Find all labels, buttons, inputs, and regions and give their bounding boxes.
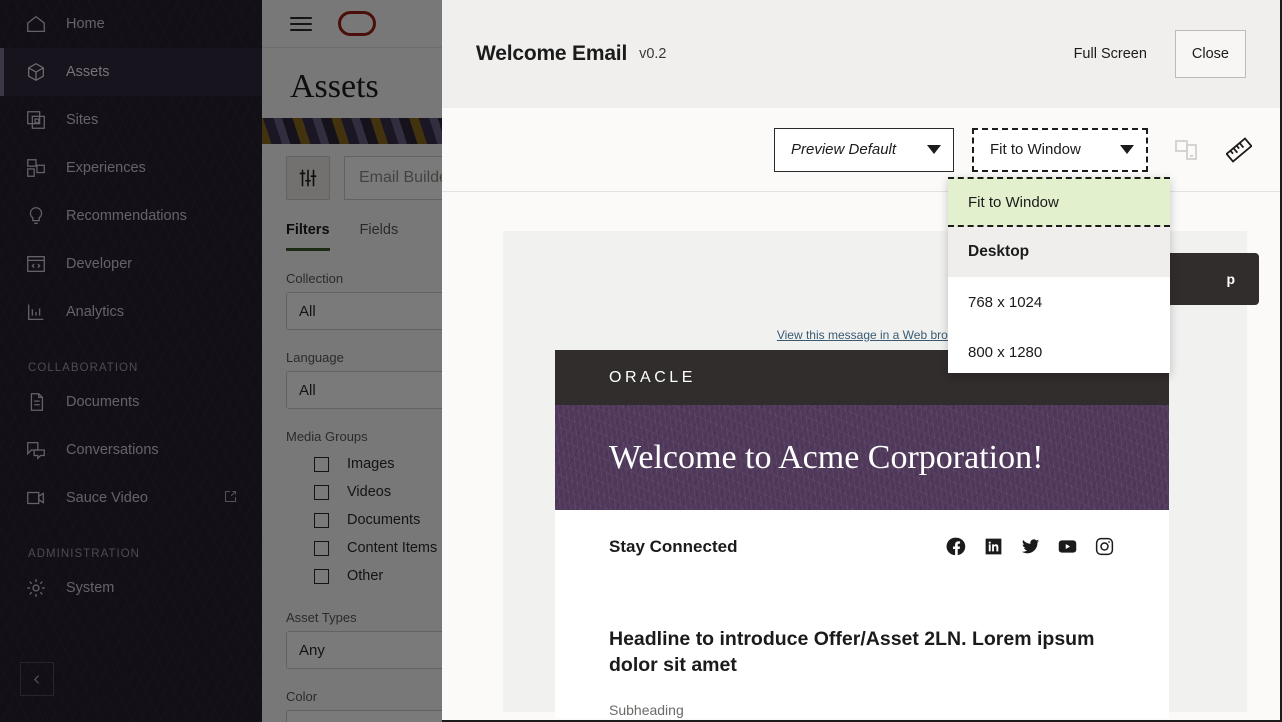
sidebar-item-documents[interactable]: Documents (0, 378, 262, 426)
screen-root: Home Assets Sites Experiences (0, 0, 1282, 722)
responsive-device-icon[interactable] (1174, 138, 1200, 162)
twitter-icon[interactable] (1020, 536, 1041, 557)
hero-heading: Welcome to Acme Corporation! (609, 439, 1043, 477)
lightbulb-icon (22, 202, 50, 230)
preview-toolbar: Preview Default Fit to Window Fit to Win… (442, 108, 1280, 192)
stay-connected-title: Stay Connected (609, 537, 737, 557)
sidebar-group-administration: ADMINISTRATION (0, 548, 262, 560)
tab-fields[interactable]: Fields (360, 222, 399, 251)
email-subheading: Subheading (555, 678, 1169, 718)
email-hero: Welcome to Acme Corporation! (555, 405, 1169, 510)
home-icon (22, 10, 50, 38)
viewport-size-select[interactable]: Fit to Window (972, 128, 1148, 172)
stay-connected-section: Stay Connected (555, 510, 1169, 565)
bar-chart-icon (22, 298, 50, 326)
sidebar-item-sauce-video[interactable]: Sauce Video (0, 474, 262, 522)
sidebar-item-conversations[interactable]: Conversations (0, 426, 262, 474)
stay-connected-row: Stay Connected (609, 536, 1115, 565)
sidebar-item-label: Documents (66, 394, 139, 410)
primary-sidebar: Home Assets Sites Experiences (0, 0, 262, 722)
sidebar-item-label: Assets (66, 64, 110, 80)
preview-modal: Welcome Email v0.2 Full Screen Close Pre… (442, 0, 1282, 722)
code-window-icon (22, 250, 50, 278)
chevron-down-icon (927, 145, 941, 154)
gear-icon (22, 574, 50, 602)
tab-filters[interactable]: Filters (286, 222, 330, 251)
sidebar-group-collaboration: COLLABORATION (0, 362, 262, 374)
email-canvas: ORACLE Welcome to Acme Corporation! Stay… (555, 350, 1169, 718)
modal-title: Welcome Email (476, 42, 627, 66)
dropdown-option-fit-to-window[interactable]: Fit to Window (948, 177, 1170, 227)
checkbox-label: Documents (347, 512, 420, 528)
dropdown-group-desktop: Desktop (948, 227, 1170, 277)
checkbox-label: Videos (347, 484, 391, 500)
sidebar-item-sites[interactable]: Sites (0, 96, 262, 144)
checkbox-box[interactable] (314, 457, 329, 472)
experiences-icon (22, 154, 50, 182)
dropdown-option-768x1024[interactable]: 768 x 1024 (948, 277, 1170, 327)
checkbox-box[interactable] (314, 485, 329, 500)
close-button[interactable]: Close (1175, 30, 1246, 78)
dropdown-option-800x1280[interactable]: 800 x 1280 (948, 327, 1170, 373)
oracle-logo-icon (338, 11, 376, 36)
modal-version: v0.2 (639, 46, 666, 62)
youtube-icon[interactable] (1057, 536, 1078, 557)
social-icons (946, 536, 1115, 557)
document-icon (22, 388, 50, 416)
sidebar-item-label: Recommendations (66, 208, 187, 224)
view-in-browser-anchor[interactable]: View this message in a Web browser (777, 328, 973, 342)
external-link-icon (223, 489, 238, 508)
viewport-size-dropdown[interactable]: Fit to Window Desktop 768 x 1024 800 x 1… (948, 177, 1170, 373)
box-icon (22, 58, 50, 86)
checkbox-box[interactable] (314, 513, 329, 528)
dark-banner-right-text: p (1226, 271, 1235, 287)
video-camera-icon (22, 484, 50, 512)
hamburger-icon[interactable] (290, 17, 312, 31)
sidebar-item-experiences[interactable]: Experiences (0, 144, 262, 192)
sidebar-item-label: Developer (66, 256, 132, 272)
modal-header: Welcome Email v0.2 Full Screen Close (442, 0, 1280, 108)
instagram-icon[interactable] (1094, 536, 1115, 557)
sidebar-item-label: Sites (66, 112, 98, 128)
full-screen-button[interactable]: Full Screen (1074, 46, 1147, 62)
preview-default-select[interactable]: Preview Default (774, 128, 954, 172)
linkedin-icon[interactable] (983, 536, 1004, 557)
sliders-icon[interactable] (286, 156, 330, 200)
sidebar-item-developer[interactable]: Developer (0, 240, 262, 288)
viewport-size-value: Fit to Window (990, 141, 1081, 158)
sidebar-item-recommendations[interactable]: Recommendations (0, 192, 262, 240)
sidebar-collapse-button[interactable] (20, 662, 54, 696)
sidebar-item-label: Sauce Video (66, 490, 148, 506)
sidebar-item-label: Conversations (66, 442, 159, 458)
sidebar-item-label: System (66, 580, 114, 596)
sidebar-item-label: Analytics (66, 304, 124, 320)
checkbox-label: Other (347, 568, 383, 584)
sidebar-item-home[interactable]: Home (0, 0, 262, 48)
sidebar-item-label: Home (66, 16, 105, 32)
sites-icon (22, 106, 50, 134)
chevron-down-icon (1120, 145, 1134, 154)
sidebar-item-assets[interactable]: Assets (0, 48, 262, 96)
conversations-icon (22, 436, 50, 464)
checkbox-box[interactable] (314, 541, 329, 556)
sidebar-item-system[interactable]: System (0, 564, 262, 612)
sidebar-item-analytics[interactable]: Analytics (0, 288, 262, 336)
preview-default-value: Preview Default (791, 141, 896, 158)
chevron-left-icon (31, 673, 44, 686)
checkbox-label: Content Items (347, 540, 437, 556)
facebook-icon[interactable] (946, 536, 967, 557)
ruler-icon[interactable] (1226, 137, 1252, 163)
checkbox-label: Images (347, 456, 395, 472)
checkbox-box[interactable] (314, 569, 329, 584)
oracle-wordmark: ORACLE (609, 369, 696, 387)
sidebar-item-label: Experiences (66, 160, 146, 176)
email-headline: Headline to introduce Offer/Asset 2LN. L… (555, 565, 1169, 678)
